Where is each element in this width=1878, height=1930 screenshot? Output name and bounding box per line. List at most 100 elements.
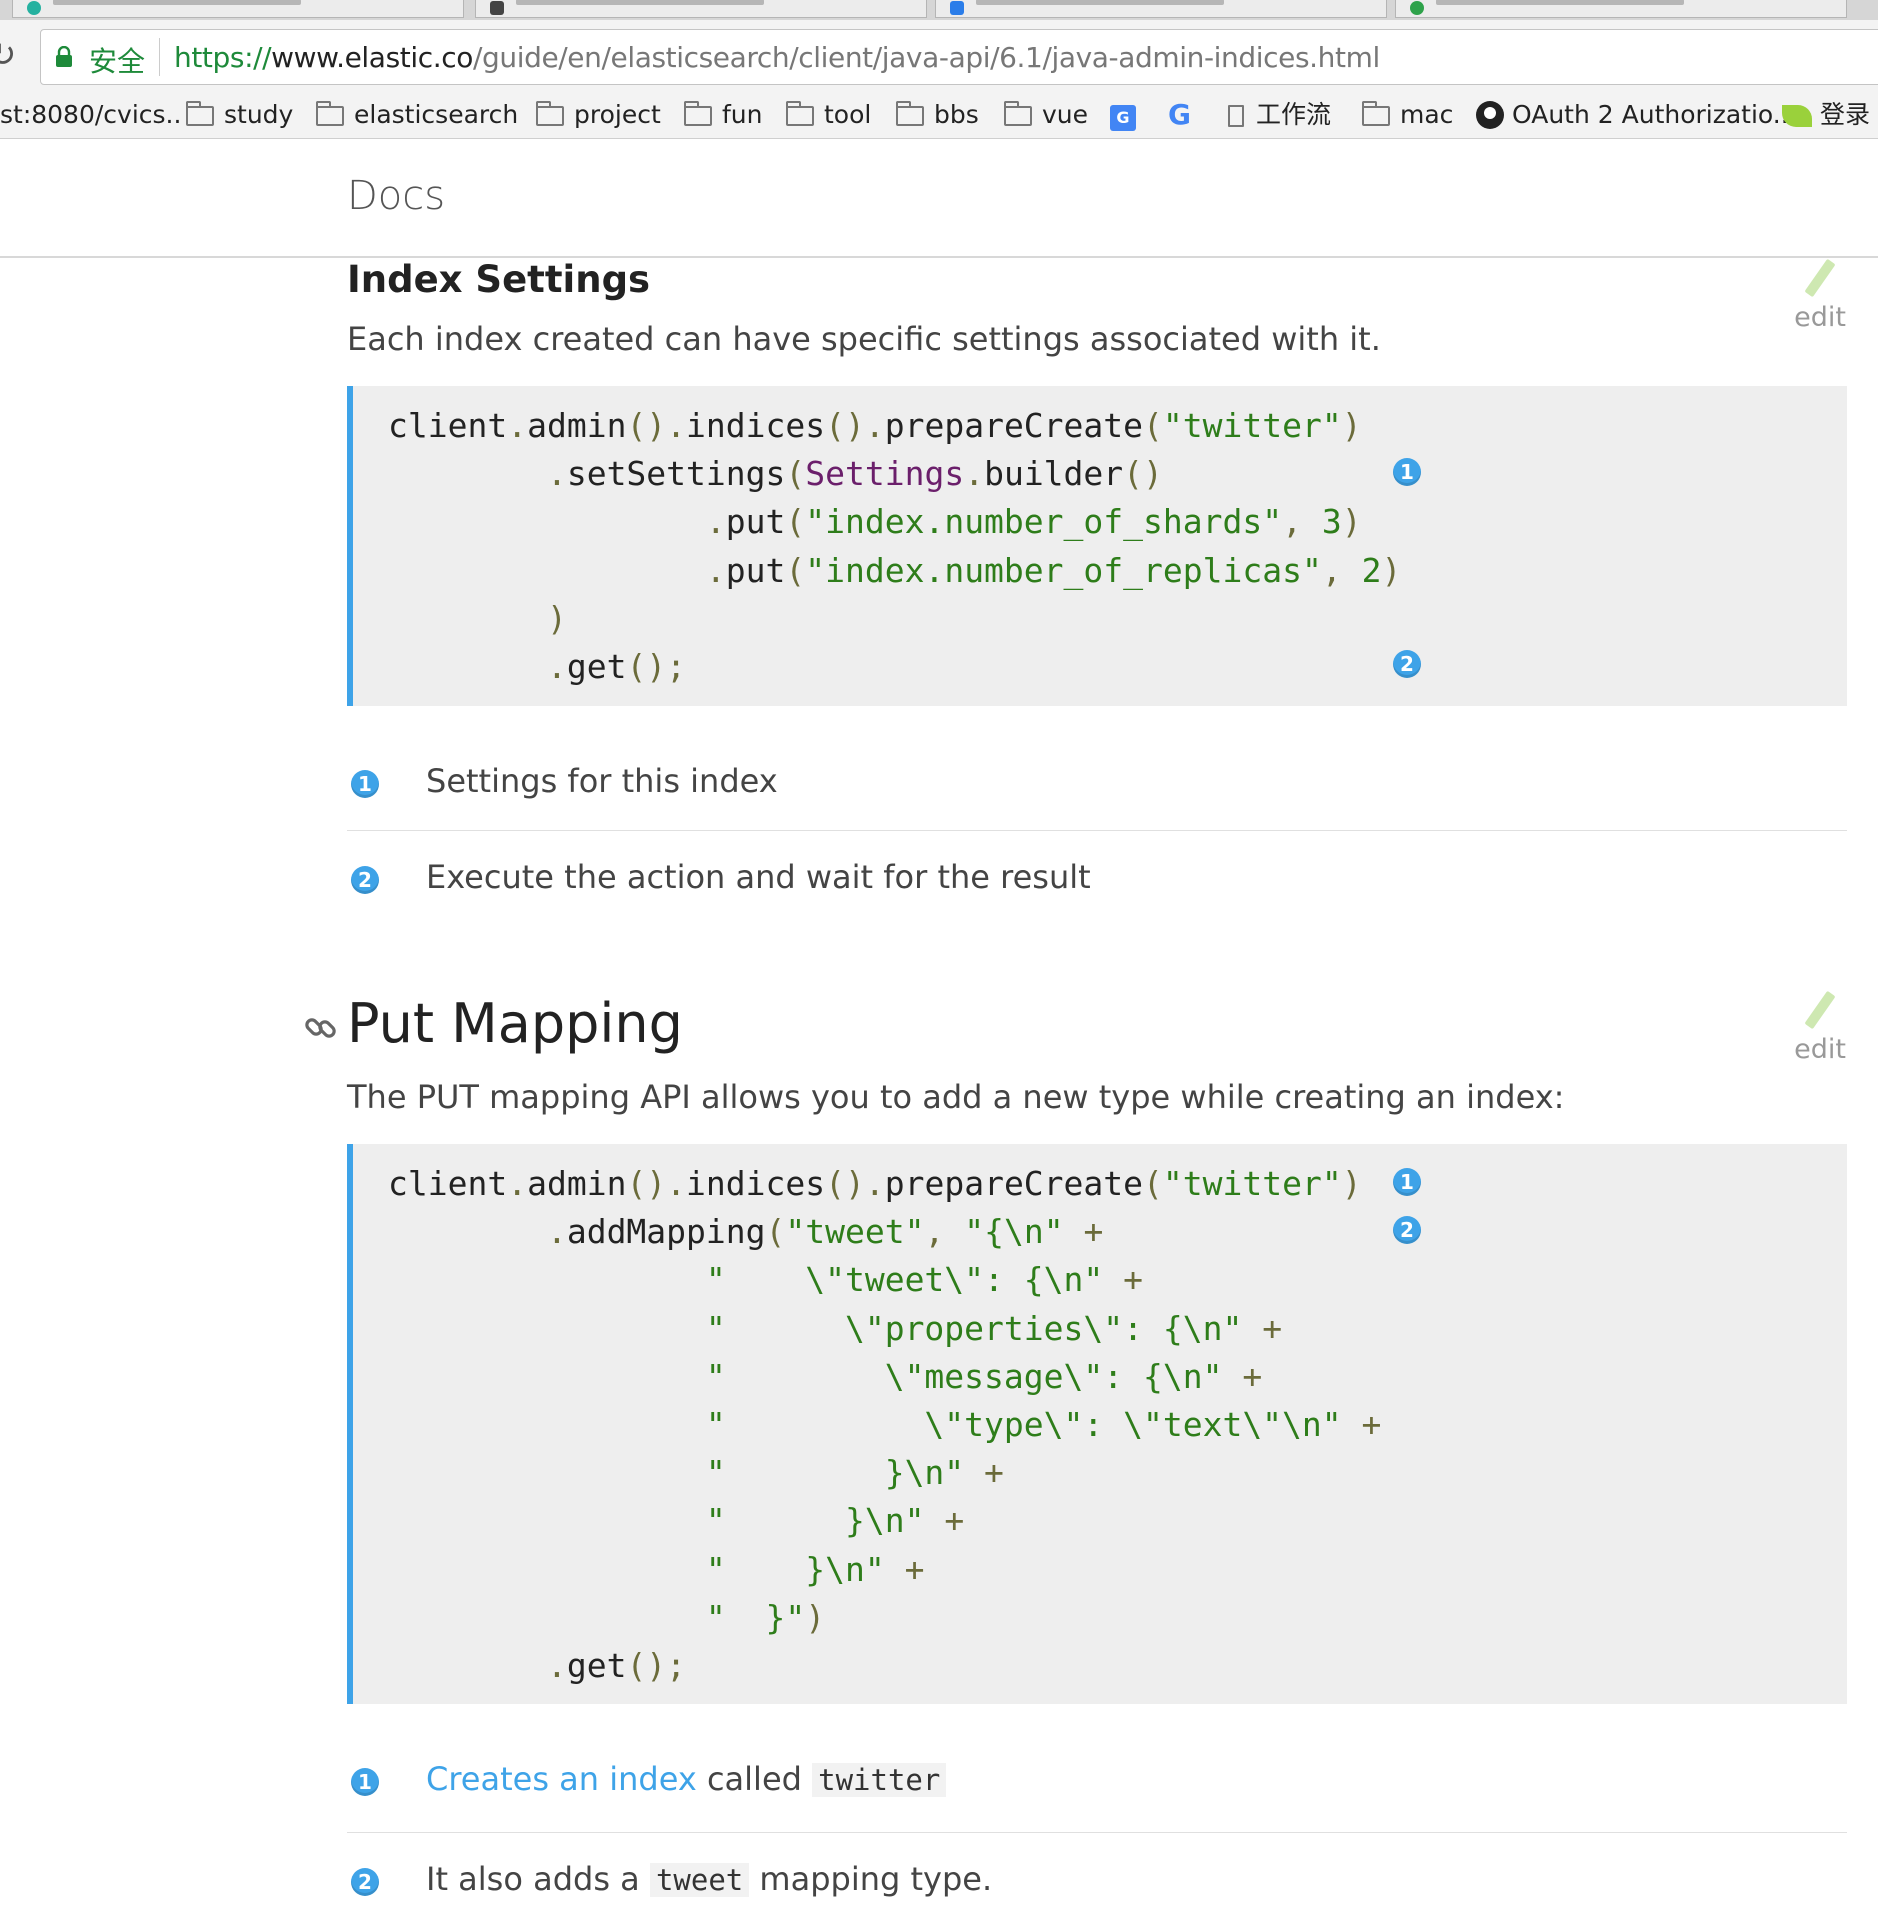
bookmark-label: project (574, 100, 661, 129)
bookmark-localhost[interactable]: st:8080/cvics.. (0, 98, 181, 132)
code-listing: client.admin().indices().prepareCreate("… (388, 1164, 1382, 1686)
callout-list-item: 2 It also adds a tweet mapping type. (347, 1834, 1847, 1930)
callout-text: Settings for this index (426, 762, 778, 800)
callout-text: It also adds a tweet mapping type. (426, 1860, 992, 1898)
google-icon: G (1168, 98, 1191, 131)
bookmark-folder-fun[interactable]: fun (684, 98, 763, 132)
docs-title[interactable]: Docs (347, 173, 445, 219)
put-mapping-intro: The PUT mapping API allows you to add a … (347, 1078, 1565, 1116)
folder-icon (186, 101, 214, 126)
bookmark-label: 工作流 (1256, 100, 1332, 129)
index-settings-intro: Each index created can have specific set… (347, 320, 1381, 358)
folder-icon (896, 101, 924, 126)
browser-tab[interactable] (1395, 0, 1847, 18)
bookmark-label: vue (1042, 100, 1089, 129)
url-scheme: https:// (174, 41, 272, 74)
secure-label: 安全 (89, 45, 146, 78)
docs-header: Docs (0, 139, 1878, 258)
bookmark-translate[interactable]: G (1110, 98, 1136, 132)
bookmark-google[interactable]: G (1168, 98, 1191, 132)
url-text[interactable]: https://www.elastic.co/guide/en/elastics… (174, 41, 1380, 74)
url-host: www.elastic.co (271, 41, 473, 74)
code-listing: client.admin().indices().prepareCreate("… (388, 406, 1402, 687)
edit-label: edit (1794, 1034, 1846, 1065)
url-path: /guide/en/elasticsearch/client/java-api/… (472, 41, 1380, 74)
folder-icon (1004, 101, 1032, 126)
folder-icon (684, 101, 712, 126)
browser-tab[interactable] (935, 0, 1387, 18)
code-block-index-settings: client.admin().indices().prepareCreate("… (347, 386, 1847, 706)
inline-code: twitter (812, 1763, 947, 1797)
edit-link[interactable]: edit (1790, 258, 1850, 333)
bookmark-folder-elasticsearch[interactable]: elasticsearch (316, 98, 518, 132)
tab-favicon-icon (490, 1, 504, 15)
lock-icon (56, 46, 72, 67)
bookmark-label: OAuth 2 Authorizatio... (1512, 100, 1797, 129)
edit-label: edit (1794, 302, 1846, 333)
anchor-link-icon[interactable] (303, 1010, 339, 1046)
callout-2-icon: 2 (351, 1868, 379, 1896)
callout-1-icon: 1 (1393, 458, 1421, 486)
address-bar-row: ↻ 安全 https://www.elastic.co/guide/en/ela… (0, 20, 1878, 94)
github-icon (1476, 101, 1504, 129)
folder-icon (536, 101, 564, 126)
callout-text-middle: called (696, 1760, 813, 1798)
callout-text-before: It also adds a (426, 1860, 650, 1898)
put-mapping-heading: Put Mapping (347, 992, 683, 1055)
callout-divider (347, 830, 1847, 831)
bookmark-label: st:8080/cvics.. (0, 100, 182, 129)
tab-strip (0, 0, 1878, 20)
bookmark-login[interactable]: 登录 (1782, 98, 1870, 132)
callout-list-item: 1 Settings for this index (347, 736, 1847, 832)
omnibox[interactable]: 安全 https://www.elastic.co/guide/en/elast… (40, 29, 1878, 85)
callout-text: Execute the action and wait for the resu… (426, 858, 1091, 896)
pencil-icon (1804, 258, 1836, 298)
bookmark-folder-bbs[interactable]: bbs (896, 98, 979, 132)
translate-icon: G (1110, 105, 1136, 131)
callout-1-icon: 1 (351, 1768, 379, 1796)
bookmark-label: tool (824, 100, 872, 129)
callout-2-icon: 2 (1393, 1216, 1421, 1244)
callout-text-after: mapping type. (749, 1860, 993, 1898)
callout-1-icon: 1 (351, 770, 379, 798)
tab-title (516, 0, 764, 5)
callout-1-icon: 1 (1393, 1168, 1421, 1196)
tab-favicon-icon (1410, 1, 1424, 15)
tab-favicon-icon (950, 1, 964, 15)
bookmark-label: study (224, 100, 294, 129)
browser-tab[interactable] (12, 0, 464, 18)
folder-icon (316, 101, 344, 126)
callout-divider (347, 1832, 1847, 1833)
browser-tab[interactable] (475, 0, 927, 18)
bookmark-folder-project[interactable]: project (536, 98, 661, 132)
folder-icon (786, 101, 814, 126)
bookmark-folder-tool[interactable]: tool (786, 98, 871, 132)
creates-index-link[interactable]: Creates an index (426, 1760, 697, 1798)
tab-favicon-icon (27, 1, 41, 15)
callout-list-item: 1 Creates an index called twitter (347, 1734, 1847, 1830)
tab-title (1436, 0, 1684, 5)
callout-2-icon: 2 (1393, 650, 1421, 678)
bookmark-label: 登录 (1820, 100, 1871, 129)
folder-icon (1362, 101, 1390, 126)
bookmark-folder-vue[interactable]: vue (1004, 98, 1088, 132)
bookmark-workflow[interactable]: 工作流 (1228, 98, 1331, 132)
bookmark-oauth[interactable]: OAuth 2 Authorizatio... (1476, 98, 1797, 132)
bookmark-label: fun (722, 100, 763, 129)
leaf-icon (1782, 105, 1812, 127)
callout-text: Creates an index called twitter (426, 1760, 947, 1798)
inline-code: tweet (649, 1863, 750, 1897)
bookmark-label: bbs (934, 100, 979, 129)
omnibox-divider (159, 38, 160, 76)
bookmark-folder-study[interactable]: study (186, 98, 293, 132)
bookmarks-bar: st:8080/cvics.. study elasticsearch proj… (0, 94, 1878, 139)
callout-list-item: 2 Execute the action and wait for the re… (347, 832, 1847, 928)
reload-icon[interactable]: ↻ (0, 38, 17, 72)
bookmark-folder-mac[interactable]: mac (1362, 98, 1453, 132)
index-settings-heading: Index Settings (347, 258, 651, 301)
code-block-put-mapping: client.admin().indices().prepareCreate("… (347, 1144, 1847, 1704)
page-icon (1228, 105, 1244, 127)
bookmark-label: elasticsearch (354, 100, 519, 129)
bookmark-label: mac (1400, 100, 1454, 129)
edit-link[interactable]: edit (1790, 990, 1850, 1065)
